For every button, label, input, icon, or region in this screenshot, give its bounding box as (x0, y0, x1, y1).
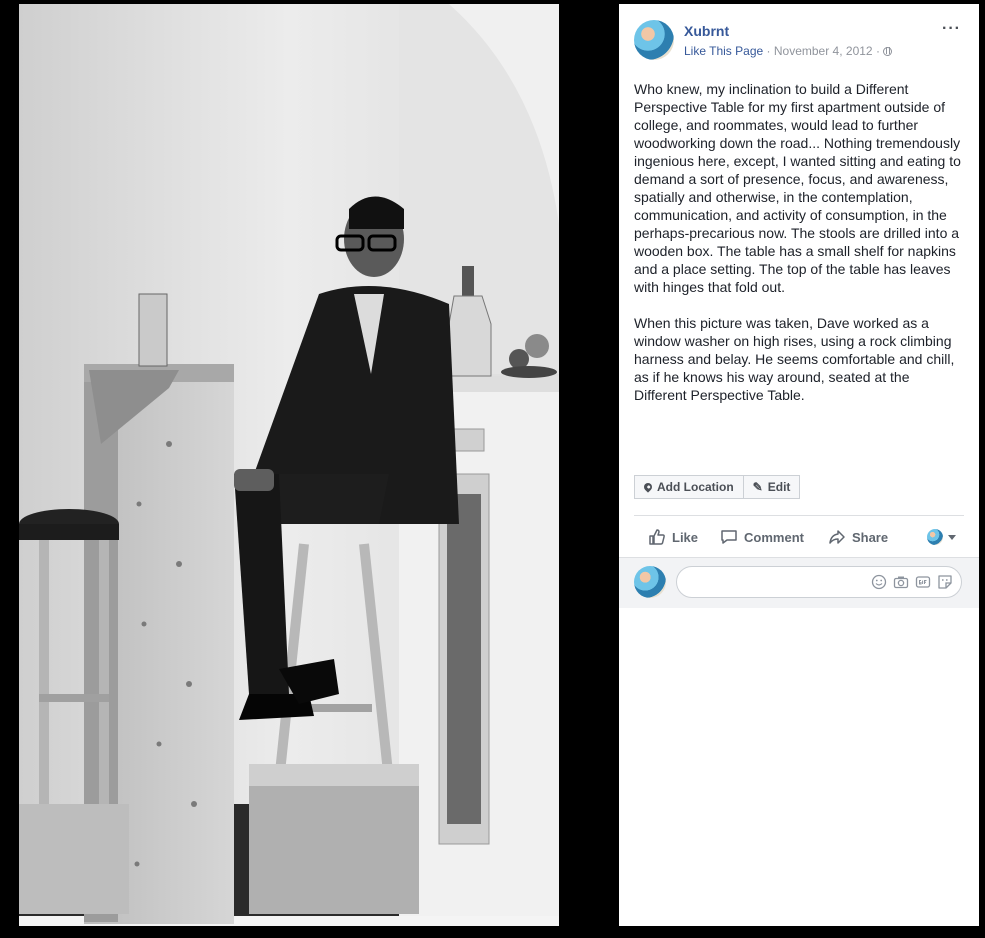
post-text: Who knew, my inclination to build a Diff… (634, 80, 966, 422)
share-button[interactable]: Share (828, 528, 888, 546)
pin-icon (642, 481, 654, 493)
meta-separator-2: · (875, 44, 880, 58)
smiley-icon[interactable] (871, 574, 887, 590)
edit-label: Edit (767, 480, 791, 494)
camera-icon[interactable] (893, 574, 909, 590)
post-paragraph-1: Who knew, my inclination to build a Diff… (634, 81, 961, 295)
location-edit-bar: Add Location ✎ Edit (634, 475, 801, 499)
post-date[interactable]: November 4, 2012 (774, 44, 873, 58)
globe-icon[interactable] (883, 47, 893, 56)
caret-down-icon (948, 534, 956, 540)
like-button[interactable]: Like (648, 528, 698, 546)
share-arrow-icon (828, 528, 846, 546)
comment-tools (871, 574, 953, 590)
like-page-link[interactable]: Like This Page (684, 44, 763, 58)
page-avatar[interactable] (634, 20, 674, 60)
add-location-label: Add Location (657, 480, 734, 494)
like-label: Like (672, 529, 699, 545)
comment-box[interactable] (676, 566, 962, 598)
audience-avatar-image (927, 529, 943, 545)
divider (634, 515, 964, 516)
photo-stage (0, 0, 619, 938)
page-name[interactable]: Xubrnt (684, 23, 729, 39)
gif-icon[interactable] (915, 574, 931, 590)
add-location-button[interactable]: Add Location (634, 475, 744, 499)
share-label: Share (851, 529, 889, 545)
comment-button[interactable]: Comment (720, 528, 804, 546)
more-icon[interactable]: ··· (942, 20, 961, 38)
meta-separator: · (766, 44, 771, 58)
comment-composer (619, 557, 979, 608)
post-meta: Like This Page · November 4, 2012 · (684, 44, 893, 58)
pencil-icon: ✎ (752, 480, 763, 494)
post-panel: Xubrnt Like This Page · November 4, 2012… (619, 4, 979, 926)
post-paragraph-2: When this picture was taken, Dave worked… (634, 315, 955, 403)
commenter-avatar[interactable] (634, 566, 666, 598)
speech-bubble-icon (720, 528, 738, 546)
audience-avatar (927, 529, 943, 545)
comment-label: Comment (744, 529, 804, 545)
edit-button[interactable]: ✎ Edit (743, 475, 801, 499)
photo-illustration (19, 4, 559, 926)
audience-selector[interactable] (927, 529, 956, 545)
post-actions: Like Comment Share (634, 524, 964, 550)
sticker-icon[interactable] (937, 574, 953, 590)
post-photo[interactable] (19, 4, 559, 926)
thumbs-up-icon (648, 528, 666, 546)
comment-input[interactable] (689, 573, 853, 593)
